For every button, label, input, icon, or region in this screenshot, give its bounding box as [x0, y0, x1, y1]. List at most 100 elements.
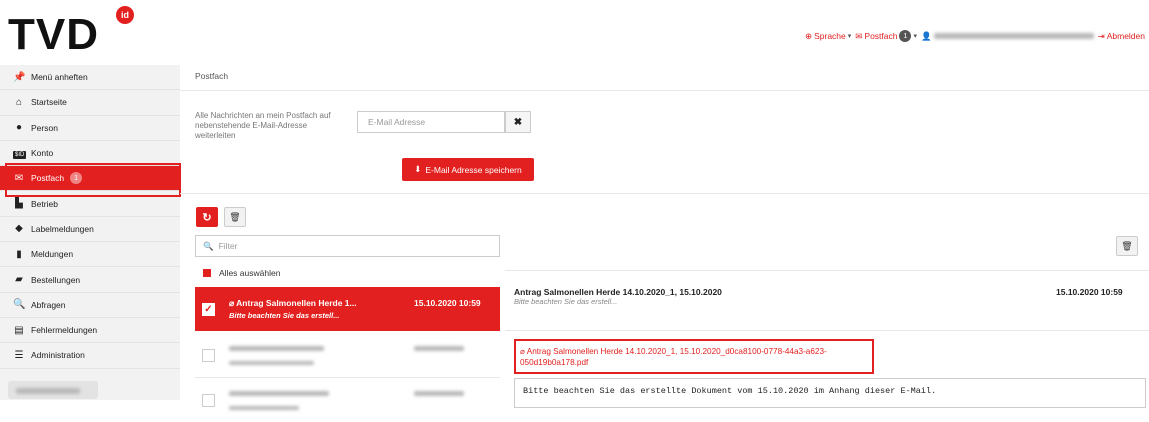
- check-icon: ✓: [204, 303, 213, 315]
- sidebar-item-pin-menu[interactable]: 📌 Menü anheften: [0, 65, 180, 91]
- divider: [180, 193, 1149, 194]
- message-checkbox[interactable]: [202, 393, 215, 407]
- sidebar-item-label: Person: [31, 122, 58, 133]
- message-checkbox[interactable]: ✓: [202, 302, 215, 316]
- pin-icon: 📌: [13, 71, 26, 83]
- sidebar-item-label: Startseite: [31, 97, 67, 108]
- download-icon: ⬇: [414, 164, 422, 174]
- redacted-date: [414, 391, 464, 396]
- delete-messages-button[interactable]: 🗑: [224, 207, 246, 227]
- message-preview: Bitte beachten Sie das erstell...: [229, 311, 340, 320]
- tag-icon: ◆: [15, 223, 23, 235]
- message-date: 15.10.2020 10:59: [414, 298, 481, 308]
- mailbox-label: Postfach: [864, 31, 898, 41]
- sidebar-item-abfragen[interactable]: 🔍 Abfragen: [0, 293, 180, 318]
- redacted-preview: [229, 361, 314, 365]
- message-row-selected[interactable]: ✓ ⌀ Antrag Salmonellen Herde 1... Bitte …: [195, 287, 500, 331]
- mailbox-menu[interactable]: ✉ Postfach 1 ▾: [855, 30, 917, 42]
- sidebar-item-label: Betrieb: [31, 198, 58, 209]
- attachment-link[interactable]: ⌀ Antrag Salmonellen Herde 14.10.2020_1,…: [514, 339, 874, 374]
- attachment-name-line1: Antrag Salmonellen Herde 14.10.2020_1, 1…: [526, 347, 827, 356]
- paperclip-icon: ⌀: [520, 347, 525, 356]
- message-row[interactable]: [195, 378, 500, 422]
- sidebar-footer-redacted: [8, 381, 98, 399]
- sidebar-item-person[interactable]: ● Person: [0, 116, 180, 141]
- checkbox-icon: [203, 269, 211, 277]
- divider: [505, 270, 1149, 271]
- trash-icon: 🗑: [1121, 240, 1133, 251]
- shopping-bag-icon: ▰: [15, 274, 23, 286]
- sidebar-item-label: Administration: [31, 350, 85, 361]
- detail-subject: Antrag Salmonellen Herde 14.10.2020_1, 1…: [514, 287, 722, 297]
- select-all-checkbox[interactable]: Alles auswählen: [203, 268, 280, 278]
- sidebar-item-startseite[interactable]: ⌂ Startseite: [0, 90, 180, 116]
- logo-text: TVD: [8, 10, 99, 59]
- breadcrumb: Postfach: [195, 71, 229, 81]
- language-menu[interactable]: ⊕ Sprache ▾: [805, 31, 851, 42]
- divider: [505, 330, 1149, 331]
- sidebar-item-fehlermeldungen[interactable]: ▤ Fehlermeldungen: [0, 318, 180, 344]
- tvd-logo: TVD id: [8, 4, 148, 62]
- message-body: Bitte beachten Sie das erstellte Dokumen…: [514, 378, 1146, 408]
- sidebar-item-administration[interactable]: ☰ Administration: [0, 343, 180, 369]
- divider: [180, 90, 1149, 91]
- detail-date: 15.10.2020 10:59: [1056, 287, 1123, 297]
- save-email-button[interactable]: ⬇ E-Mail Adresse speichern: [402, 158, 534, 181]
- sliders-icon: ☰: [14, 349, 24, 361]
- redacted-subject: [229, 391, 329, 396]
- account-icon: $ID: [13, 148, 27, 159]
- sidebar-item-label: Fehlermeldungen: [31, 325, 98, 336]
- chevron-down-icon: ▾: [847, 33, 852, 40]
- user-icon: 👤: [921, 30, 932, 41]
- home-icon: ⌂: [15, 96, 23, 108]
- delete-message-button[interactable]: 🗑: [1116, 236, 1138, 256]
- highlight-postfach-outline: [5, 163, 181, 197]
- logout-link[interactable]: ⇥ Abmelden: [1098, 31, 1145, 42]
- message-row[interactable]: [195, 333, 500, 377]
- detail-preview: Bitte beachten Sie das erstell...: [514, 297, 618, 306]
- factory-icon: ▙: [15, 198, 23, 210]
- redacted-preview: [229, 406, 299, 410]
- message-checkbox[interactable]: [202, 348, 215, 362]
- refresh-icon: ↻: [202, 211, 212, 224]
- save-email-label: E-Mail Adresse speichern: [425, 164, 522, 175]
- select-all-label: Alles auswählen: [219, 268, 281, 278]
- redacted-username: [933, 33, 1094, 39]
- sidebar-item-label: Konto: [31, 148, 54, 159]
- logo-badge: id: [116, 6, 134, 24]
- sidebar-item-label: Labelmeldungen: [31, 223, 94, 234]
- globe-icon: ⊕: [804, 30, 813, 41]
- sidebar-item-label: Menü anheften: [31, 72, 88, 83]
- sidebar-item-bestellungen[interactable]: ▰ Bestellungen: [0, 267, 180, 293]
- refresh-button[interactable]: ↻: [196, 207, 218, 227]
- attachment-name-line2: 050d19b0a178.pdf: [520, 358, 589, 367]
- user-icon: ●: [15, 122, 23, 134]
- sidebar-item-label: Bestellungen: [31, 274, 81, 285]
- top-navigation: ⊕ Sprache ▾ ✉ Postfach 1 ▾ 👤 ⇥ Abmelden: [805, 29, 1145, 43]
- envelope-icon: ✉: [855, 30, 863, 41]
- paperclip-icon: ⌀: [229, 298, 235, 308]
- filter-placeholder: Filter: [218, 241, 238, 251]
- logout-label: Abmelden: [1106, 31, 1145, 41]
- language-label: Sprache: [814, 31, 846, 41]
- clipboard-icon: ▮: [16, 248, 22, 260]
- forward-email-label: Alle Nachrichten an mein Postfach auf ne…: [195, 111, 331, 140]
- filter-input[interactable]: 🔍 Filter: [195, 235, 500, 257]
- mailbox-count-badge: 1: [899, 30, 912, 42]
- search-icon: 🔍: [203, 240, 214, 251]
- user-menu[interactable]: 👤: [921, 31, 1094, 42]
- list-icon: ▤: [14, 324, 24, 336]
- sidebar-item-labelmeldungen[interactable]: ◆ Labelmeldungen: [0, 217, 180, 243]
- search-icon: 🔍: [13, 299, 26, 311]
- sidebar-item-label: Meldungen: [31, 249, 74, 260]
- message-subject: Antrag Salmonellen Herde 1...: [236, 298, 357, 308]
- redacted-text: [16, 388, 80, 394]
- trash-icon: 🗑: [229, 211, 241, 222]
- close-icon: ✖: [513, 116, 523, 128]
- sidebar-item-label: Abfragen: [31, 299, 66, 310]
- clear-email-button[interactable]: ✖: [505, 111, 531, 133]
- logout-icon: ⇥: [1097, 30, 1105, 41]
- sidebar-item-meldungen[interactable]: ▮ Meldungen: [0, 242, 180, 268]
- sidebar: 📌 Menü anheften ⌂ Startseite ● Person $I…: [0, 65, 180, 400]
- email-address-input[interactable]: [357, 111, 505, 133]
